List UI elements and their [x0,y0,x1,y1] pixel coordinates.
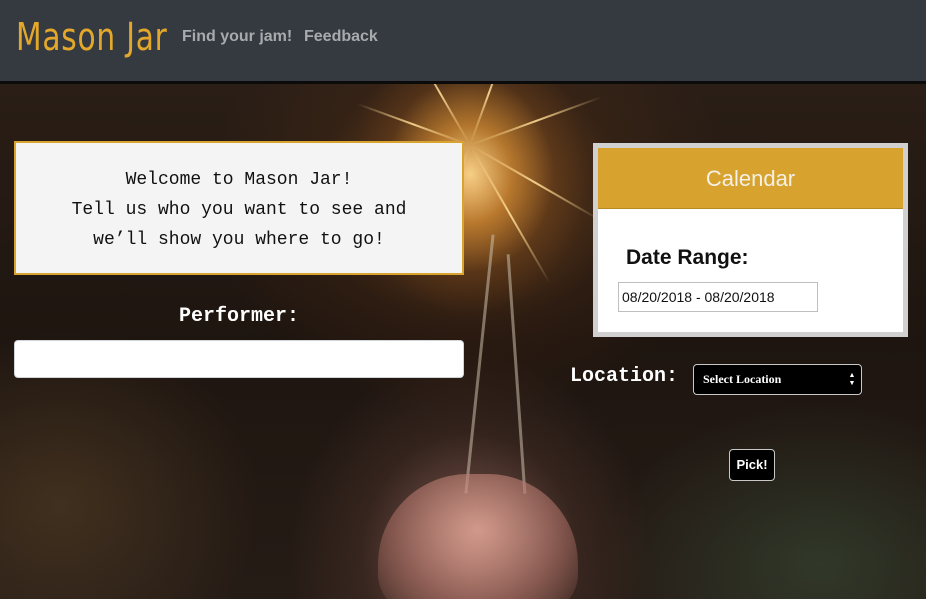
navbar: Mason Jar Find your jam! Feedback [0,0,926,84]
sparkle-ray [469,96,602,146]
location-select[interactable]: Select Location ▲ ▼ [693,364,862,395]
hand-image [378,474,578,599]
location-select-value: Select Location [703,372,782,386]
date-range-label: Date Range: [626,246,749,269]
nav-link-find-your-jam[interactable]: Find your jam! [182,27,292,47]
welcome-line: Welcome to Mason Jar! [125,170,353,190]
welcome-line: we’ll show you where to go! [93,230,385,250]
chevron-up-down-icon: ▲ ▼ [848,371,856,387]
nav-link-feedback[interactable]: Feedback [304,27,378,47]
calendar-card: Calendar Date Range: [593,143,908,337]
performer-label: Performer: [178,305,300,328]
sparkle-ray [356,103,471,146]
sparkle-ray [409,84,471,146]
pick-button[interactable]: Pick! [729,449,775,481]
sparkler-stick [464,234,495,494]
sparkler-stick [506,254,527,494]
sparkle-ray [469,144,601,221]
date-range-input[interactable] [618,282,818,312]
performer-input[interactable] [14,340,464,378]
welcome-box: Welcome to Mason Jar! Tell us who you wa… [14,141,464,275]
brand-logo[interactable]: Mason Jar [16,11,168,63]
location-label: Location: [570,365,679,388]
calendar-title: Calendar [598,148,903,209]
welcome-line: Tell us who you want to see and [71,200,407,220]
